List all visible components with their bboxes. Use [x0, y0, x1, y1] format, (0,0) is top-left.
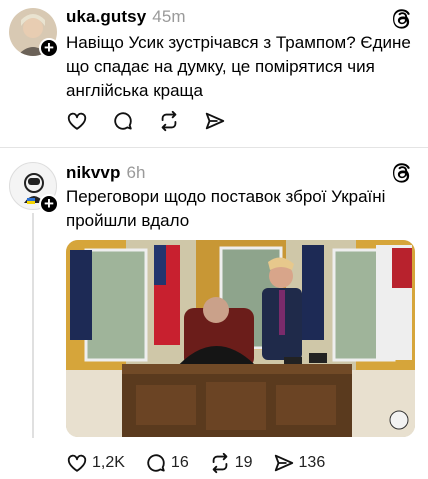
post-author[interactable]: nikvvp 6h	[66, 163, 146, 183]
repost-icon	[161, 110, 177, 132]
comment-button[interactable]: 16	[145, 452, 189, 474]
post-actions: 1,2K 16 19 136	[66, 451, 345, 475]
share-icon	[205, 112, 225, 130]
post-photo[interactable]	[66, 240, 415, 437]
comment-icon	[147, 454, 165, 472]
follow-plus-button[interactable]: +	[39, 38, 59, 58]
plus-icon: +	[44, 194, 54, 213]
post-time: 6h	[126, 163, 146, 182]
heart-icon	[67, 112, 87, 130]
plus-icon: +	[44, 38, 54, 57]
like-count: 1,2K	[92, 454, 125, 471]
username[interactable]: uka.gutsy	[66, 7, 146, 26]
follow-plus-button[interactable]: +	[39, 194, 59, 214]
post-time: 45m	[152, 7, 186, 26]
share-button[interactable]: 136	[273, 452, 326, 474]
threads-icon[interactable]	[390, 160, 414, 184]
comment-button[interactable]	[112, 110, 134, 132]
repost-button[interactable]	[158, 110, 180, 132]
repost-button[interactable]: 19	[209, 452, 253, 474]
post-text[interactable]: Навіщо Усик зустрічався з Трампом? Єдине…	[66, 31, 416, 103]
repost-count: 19	[234, 454, 253, 471]
share-count: 136	[298, 454, 326, 471]
repost-icon	[212, 452, 228, 474]
divider	[0, 147, 428, 148]
heart-icon	[67, 454, 87, 472]
post-text[interactable]: Переговори щодо поставок зброї Україні п…	[66, 185, 416, 233]
comment-count: 16	[170, 454, 189, 471]
share-icon	[274, 454, 293, 472]
share-button[interactable]	[204, 110, 226, 132]
username[interactable]: nikvvp	[66, 163, 120, 182]
like-button[interactable]: 1,2K	[66, 452, 125, 474]
threads-icon[interactable]	[390, 6, 414, 30]
post-actions	[66, 109, 246, 133]
post-author[interactable]: uka.gutsy 45m	[66, 7, 186, 27]
oval-office-photo	[66, 240, 415, 437]
like-button[interactable]	[66, 110, 88, 132]
thread-line	[32, 213, 34, 438]
comment-icon	[114, 112, 132, 130]
